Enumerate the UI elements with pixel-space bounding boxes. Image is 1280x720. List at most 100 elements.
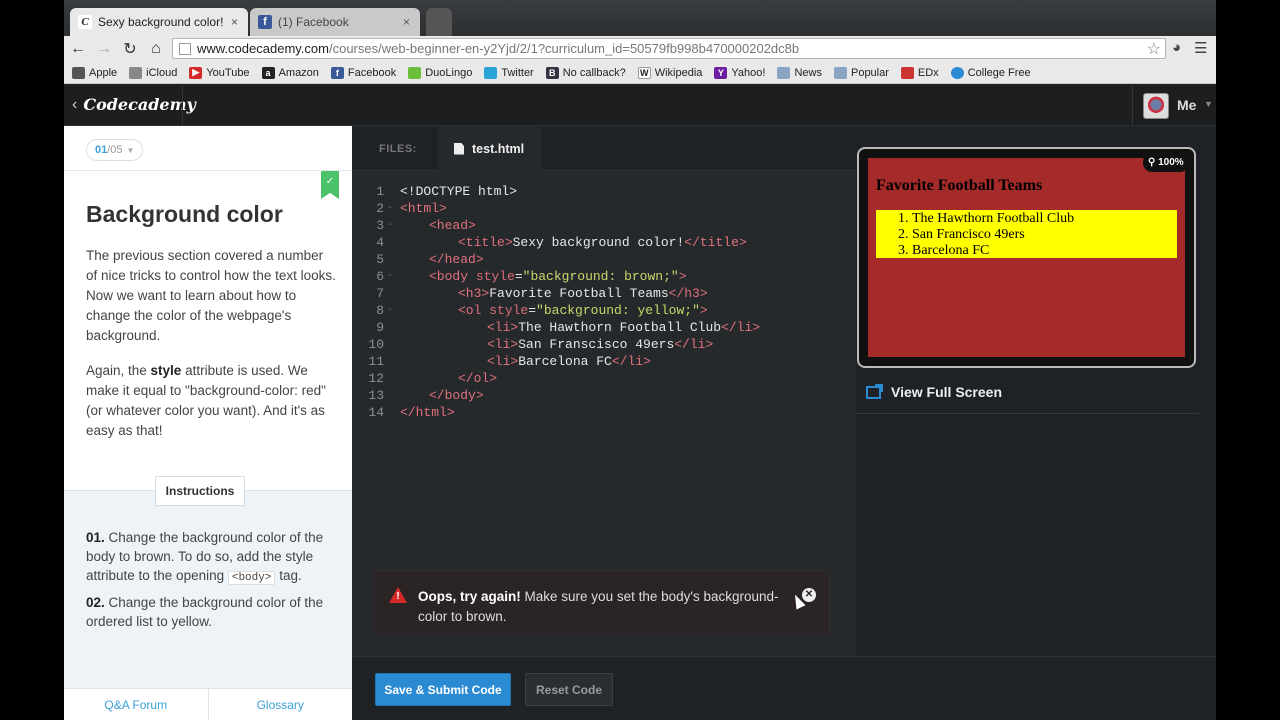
file-name: test.html (472, 141, 525, 156)
close-tab-icon[interactable]: × (231, 15, 238, 29)
bookmark-youtube[interactable]: ▶ YouTube (189, 66, 250, 79)
bookmark-no-callback[interactable]: B No callback? (545, 66, 626, 79)
code-line[interactable]: 14 </html> (352, 404, 856, 421)
reload-icon[interactable]: ↻ (118, 39, 142, 59)
code-text: <!DOCTYPE html> (400, 184, 518, 199)
bookmark-icloud[interactable]: iCloud (129, 66, 177, 79)
completed-bookmark-icon: ✓ (321, 171, 339, 199)
bookmark-apple[interactable]: Apple (72, 66, 117, 79)
line-number: 13 (368, 388, 384, 403)
back-arrow-icon[interactable]: ← (66, 40, 90, 58)
files-label: FILES: (379, 143, 417, 155)
save-submit-button[interactable]: Save & Submit Code (375, 673, 511, 706)
chevron-down-icon[interactable]: ▼ (1204, 99, 1213, 109)
exercise-counter[interactable]: 01/05 ▼ (86, 139, 144, 161)
line-number: 11 (368, 354, 384, 369)
avatar[interactable] (1143, 93, 1169, 119)
code-text: <head> (429, 218, 476, 233)
code-line[interactable]: 9 <li>The Hawthorn Football Club</li> (352, 319, 856, 336)
code-text: <body style="background: brown;"> (429, 269, 687, 284)
code-line[interactable]: 3- <head> (352, 217, 856, 234)
instructions-tab: Instructions (155, 476, 245, 506)
code-line[interactable]: 12 </ol> (352, 370, 856, 387)
bookmark-amazon[interactable]: a Amazon (261, 66, 319, 79)
preview-frame: Favorite Football Teams The Hawthorn Foo… (857, 147, 1196, 368)
address-bar[interactable]: www.codecademy.com/courses/web-beginner-… (172, 38, 1166, 59)
lesson-top-bar: 01/05 ▼ (64, 126, 352, 171)
forward-arrow-icon[interactable]: → (92, 40, 116, 58)
duolingo-icon (408, 66, 422, 79)
line-number: 2 (376, 201, 384, 216)
code-line[interactable]: 6- <body style="background: brown;"> (352, 268, 856, 285)
reset-code-button[interactable]: Reset Code (525, 673, 613, 706)
magnifier-icon: ⚲ (1148, 157, 1159, 168)
bookmark-label: Facebook (347, 66, 397, 79)
bookmark-label: News (794, 66, 822, 79)
glossary-link[interactable]: Glossary (209, 689, 353, 720)
tab-title: Sexy background color! | (98, 15, 227, 29)
code-line[interactable]: 2- <html> (352, 200, 856, 217)
browser-tab-facebook[interactable]: f (1) Facebook × (250, 8, 420, 36)
apple-icon (72, 66, 85, 79)
list-item: Barcelona FC (912, 243, 1177, 259)
code-line[interactable]: 8- <ol style="background: yellow;"> (352, 302, 856, 319)
bookmark-wikipedia[interactable]: W Wikipedia (637, 66, 702, 79)
folder-icon (833, 66, 847, 79)
code-line[interactable]: 10 <li>San Franscisco 49ers</li> (352, 336, 856, 353)
close-icon[interactable]: ✕ (802, 588, 816, 602)
code-text: </body> (429, 388, 484, 403)
code-line[interactable]: 11 <li>Barcelona FC</li> (352, 353, 856, 370)
error-message: Oops, try again! Make sure you set the b… (418, 587, 790, 627)
bookmark-twitter[interactable]: Twitter (484, 66, 534, 79)
code-text: <h3>Favorite Football Teams</h3> (458, 286, 708, 301)
fold-toggle-icon[interactable]: - (387, 200, 393, 217)
list-item: The Hawthorn Football Club (912, 211, 1177, 227)
code-line[interactable]: 1 <!DOCTYPE html> (352, 183, 856, 200)
bookmark-label: Twitter (501, 66, 534, 79)
menu-icon[interactable]: ☰ (1194, 39, 1207, 57)
header-divider (1132, 85, 1133, 126)
code-line[interactable]: 4 <title>Sexy background color!</title> (352, 234, 856, 251)
line-number: 8 (376, 303, 384, 318)
bookmark-star-icon[interactable]: ☆ (1147, 39, 1161, 59)
home-icon[interactable]: ⌂ (144, 40, 168, 58)
bookmark-yahoo[interactable]: Y Yahoo! (714, 66, 765, 79)
view-full-screen-link[interactable]: View Full Screen (866, 383, 1003, 400)
lesson-paragraph: Again, the style attribute is used. We m… (86, 361, 336, 441)
error-heading: Oops, try again! (418, 589, 521, 604)
external-link-icon (866, 383, 883, 399)
fold-toggle-icon[interactable]: - (387, 268, 393, 285)
preview-list: The Hawthorn Football Club San Francisco… (876, 210, 1177, 258)
zoom-badge[interactable]: ⚲ 100% (1143, 153, 1189, 172)
fold-toggle-icon[interactable]: - (387, 217, 393, 234)
code-lines[interactable]: 1 <!DOCTYPE html> 2- <html> 3- <head> 4 <title>… (352, 183, 856, 421)
code-line[interactable]: 5 </head> (352, 251, 856, 268)
twitter-icon (484, 66, 498, 79)
new-tab-button[interactable] (426, 8, 452, 36)
bookmark-facebook[interactable]: f Facebook (330, 66, 397, 79)
bookmark-news[interactable]: News (777, 66, 822, 79)
warning-icon: ! (389, 587, 407, 603)
user-menu[interactable]: Me (1177, 97, 1196, 113)
browser-tab-codecademy[interactable]: C Sexy background color! | × (70, 8, 248, 36)
close-tab-icon[interactable]: × (403, 15, 410, 29)
line-number: 1 (376, 184, 384, 199)
instruction-item: 01. Change the background color of the b… (86, 528, 336, 588)
qa-forum-link[interactable]: Q&A Forum (64, 689, 209, 720)
fold-toggle-icon[interactable]: - (387, 302, 393, 319)
line-number: 9 (376, 320, 384, 335)
amazon-icon: a (261, 66, 275, 79)
code-line[interactable]: 13 </body> (352, 387, 856, 404)
bookmark-edx[interactable]: EDx (900, 66, 939, 79)
extension-icon[interactable]: ◕ (1172, 39, 1181, 56)
facebook-icon: f (330, 66, 344, 79)
list-item: San Francisco 49ers (912, 227, 1177, 243)
codecademy-logo[interactable]: ‹ Codecademy (72, 95, 196, 114)
code-line[interactable]: 7 <h3>Favorite Football Teams</h3> (352, 285, 856, 302)
lesson-footer: Q&A Forum Glossary (64, 688, 352, 720)
bookmark-duolingo[interactable]: DuoLingo (408, 66, 472, 79)
file-tab-test-html[interactable]: test.html (438, 126, 542, 171)
view-full-screen-label: View Full Screen (891, 384, 1003, 400)
bookmark-popular[interactable]: Popular (833, 66, 889, 79)
bookmark-college-free[interactable]: College Free (950, 66, 1031, 79)
